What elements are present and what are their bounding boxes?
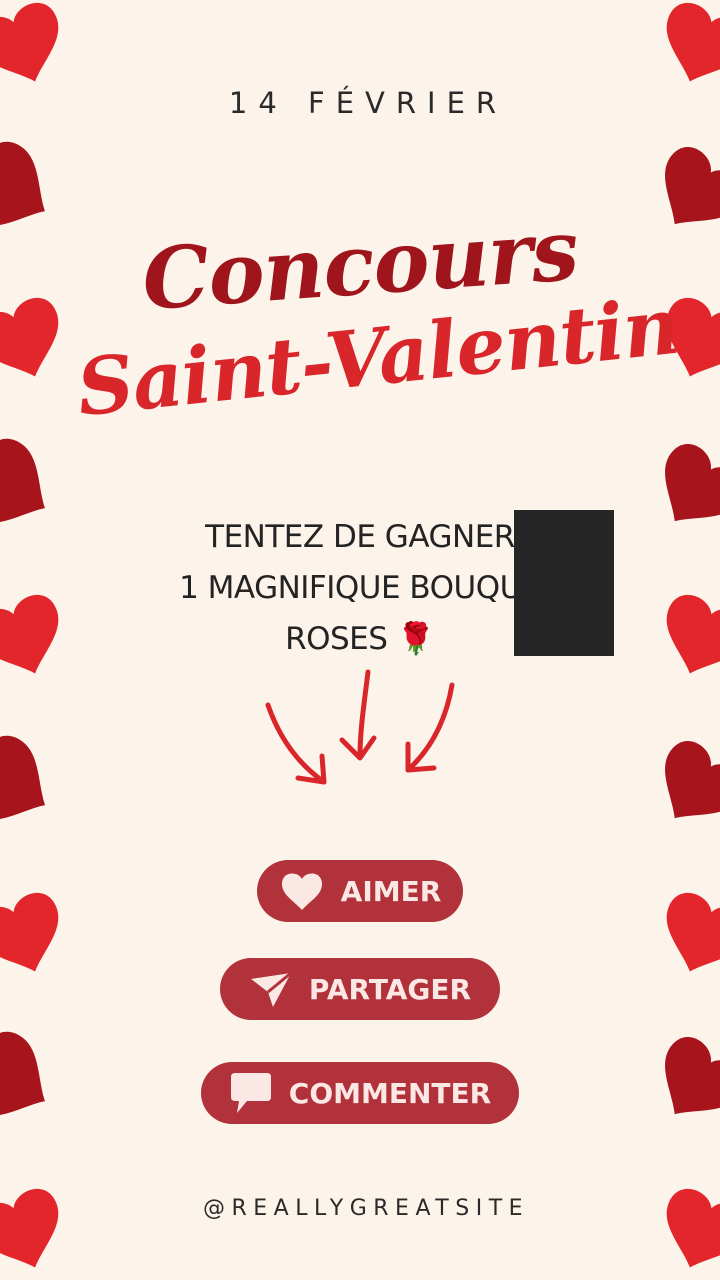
share-button[interactable]: PARTAGER — [220, 958, 500, 1020]
share-label: PARTAGER — [308, 972, 472, 1006]
website-handle: @REALLYGREATSITE — [202, 1196, 530, 1221]
heart-icon — [640, 732, 720, 843]
arrow-down-icons — [265, 669, 455, 785]
rose-icon: 🌹 — [396, 621, 436, 657]
speech-bubble-icon — [230, 1073, 271, 1113]
heart-icon — [650, 0, 720, 96]
redaction-box — [514, 510, 614, 656]
prize-line-3-text: ROSES — [285, 621, 388, 657]
heart-icon — [0, 0, 75, 96]
heart-icon — [650, 887, 720, 986]
arrow-down-icon — [405, 682, 455, 773]
heart-icon — [0, 1023, 68, 1140]
like-button[interactable]: AIMER — [257, 860, 463, 922]
heart-icon — [0, 727, 68, 844]
event-date: 14 FÉVRIER — [228, 86, 508, 120]
heart-icon — [640, 1028, 720, 1139]
heart-icon — [281, 873, 322, 910]
heart-icon — [0, 887, 75, 986]
send-icon — [250, 971, 292, 1007]
comment-label: COMMENTER — [288, 1076, 492, 1110]
comment-button[interactable]: COMMENTER — [201, 1062, 519, 1124]
heart-icon — [0, 133, 68, 250]
like-label: AIMER — [340, 874, 442, 908]
arrow-down-icon — [265, 702, 327, 785]
arrow-down-icon — [339, 669, 377, 761]
